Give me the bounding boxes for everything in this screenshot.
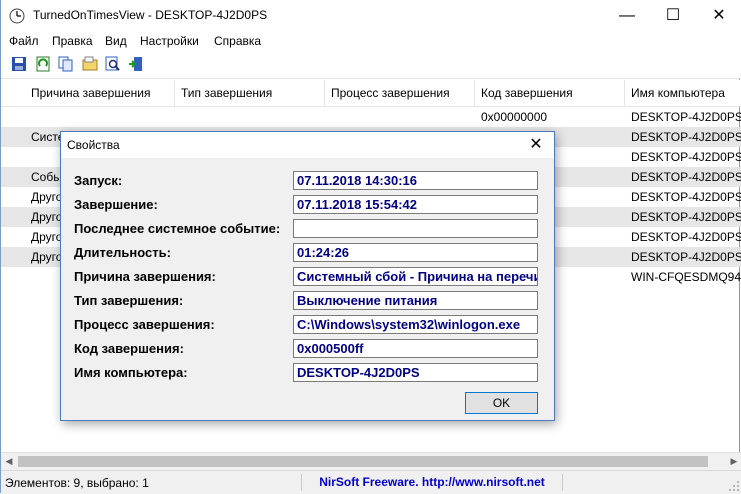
app-clock-icon [9,8,25,24]
status-item-count: Элементов: 9, выбрано: 1 [5,476,149,490]
table-cell: DESKTOP-4J2D0PS [631,170,741,184]
table-cell: DESKTOP-4J2D0PS [631,190,741,204]
field-label: Длительность: [74,245,171,260]
table-cell: DESKTOP-4J2D0PS [631,210,741,224]
exit-icon[interactable] [128,56,144,72]
title-bar: TurnedOnTimesView - DESKTOP-4J2D0PS — ☐ … [1,0,741,32]
col-header-computer[interactable]: Имя компьютера [625,80,741,106]
table-cell [325,107,475,127]
field-label: Причина завершения: [74,269,216,284]
properties-icon[interactable] [82,56,98,72]
table-cell: DESKTOP-4J2D0PS [631,250,741,264]
col-header-process[interactable]: Процесс завершения [325,80,475,106]
scroll-right-icon[interactable]: ▶ [726,455,741,468]
field-value[interactable]: 01:24:26 [293,243,538,262]
table-cell [175,107,325,127]
field-value[interactable]: C:\Windows\system32\winlogon.exe [293,315,538,334]
save-icon[interactable] [11,56,27,72]
table-cell [25,107,175,127]
maximize-button[interactable]: ☐ [650,0,696,32]
field-value[interactable]: 0x000500ff [293,339,538,358]
col-header-code[interactable]: Код завершения [475,80,625,106]
copy-icon[interactable] [58,56,74,72]
nirsoft-link[interactable]: NirSoft Freeware. http://www.nirsoft.net [301,474,563,491]
menu-file[interactable]: Файл [9,34,39,48]
field-label: Код завершения: [74,341,184,356]
table-cell: DESKTOP-4J2D0PS [631,150,741,164]
dialog-title-bar: Свойства ✕ [61,132,554,158]
field-value[interactable]: DESKTOP-4J2D0PS [293,363,538,382]
menu-help[interactable]: Справка [214,34,261,48]
field-label: Завершение: [74,197,158,212]
window-title: TurnedOnTimesView - DESKTOP-4J2D0PS [33,8,268,22]
field-label: Последнее системное событие: [74,221,281,236]
properties-dialog: Свойства ✕ Запуск: 07.11.2018 14:30:16 Зав… [60,131,555,421]
field-label: Имя компьютера: [74,365,188,380]
table-row[interactable]: 0x00000000 DESKTOP-4J2D0PS [1,107,741,127]
table-cell: WIN-CFQESDMQ94H [631,270,741,284]
table-cell: DESKTOP-4J2D0PS [631,130,741,144]
toolbar [1,52,741,79]
table-cell: DESKTOP-4J2D0PS [631,110,741,124]
field-label: Процесс завершения: [74,317,215,332]
ok-button[interactable]: OK [465,392,538,414]
table-cell: 0x00000000 [481,110,548,124]
find-icon[interactable] [105,56,121,72]
resize-grip-icon[interactable] [728,480,740,492]
close-button[interactable]: ✕ [696,0,741,32]
field-value[interactable]: Системный сбой - Причина на перечислена [293,267,538,286]
field-value[interactable]: 07.11.2018 15:54:42 [293,195,538,214]
col-header-type[interactable]: Тип завершения [175,80,325,106]
field-value[interactable] [293,219,538,238]
table-header: Причина завершения Тип завершения Процес… [1,80,741,107]
menu-edit[interactable]: Правка [52,34,93,48]
horizontal-scrollbar[interactable]: ◀ ▶ [1,452,741,470]
field-label: Тип завершения: [74,293,184,308]
refresh-icon[interactable] [35,56,51,72]
menu-settings[interactable]: Настройки [140,34,199,48]
col-header-reason[interactable]: Причина завершения [25,80,175,106]
field-value[interactable]: 07.11.2018 14:30:16 [293,171,538,190]
menu-view[interactable]: Вид [105,34,127,48]
table-cell: DESKTOP-4J2D0PS [631,230,741,244]
scroll-left-icon[interactable]: ◀ [1,455,17,468]
status-bar: Элементов: 9, выбрано: 1 NirSoft Freewar… [1,470,741,494]
field-value[interactable]: Выключение питания [293,291,538,310]
dialog-title: Свойства [67,138,120,152]
scroll-thumb[interactable] [18,456,708,467]
field-label: Запуск: [74,173,123,188]
dialog-close-button[interactable]: ✕ [526,135,546,155]
minimize-button[interactable]: — [604,0,650,32]
menu-bar: Файл Правка Вид Настройки Справка [1,32,741,52]
